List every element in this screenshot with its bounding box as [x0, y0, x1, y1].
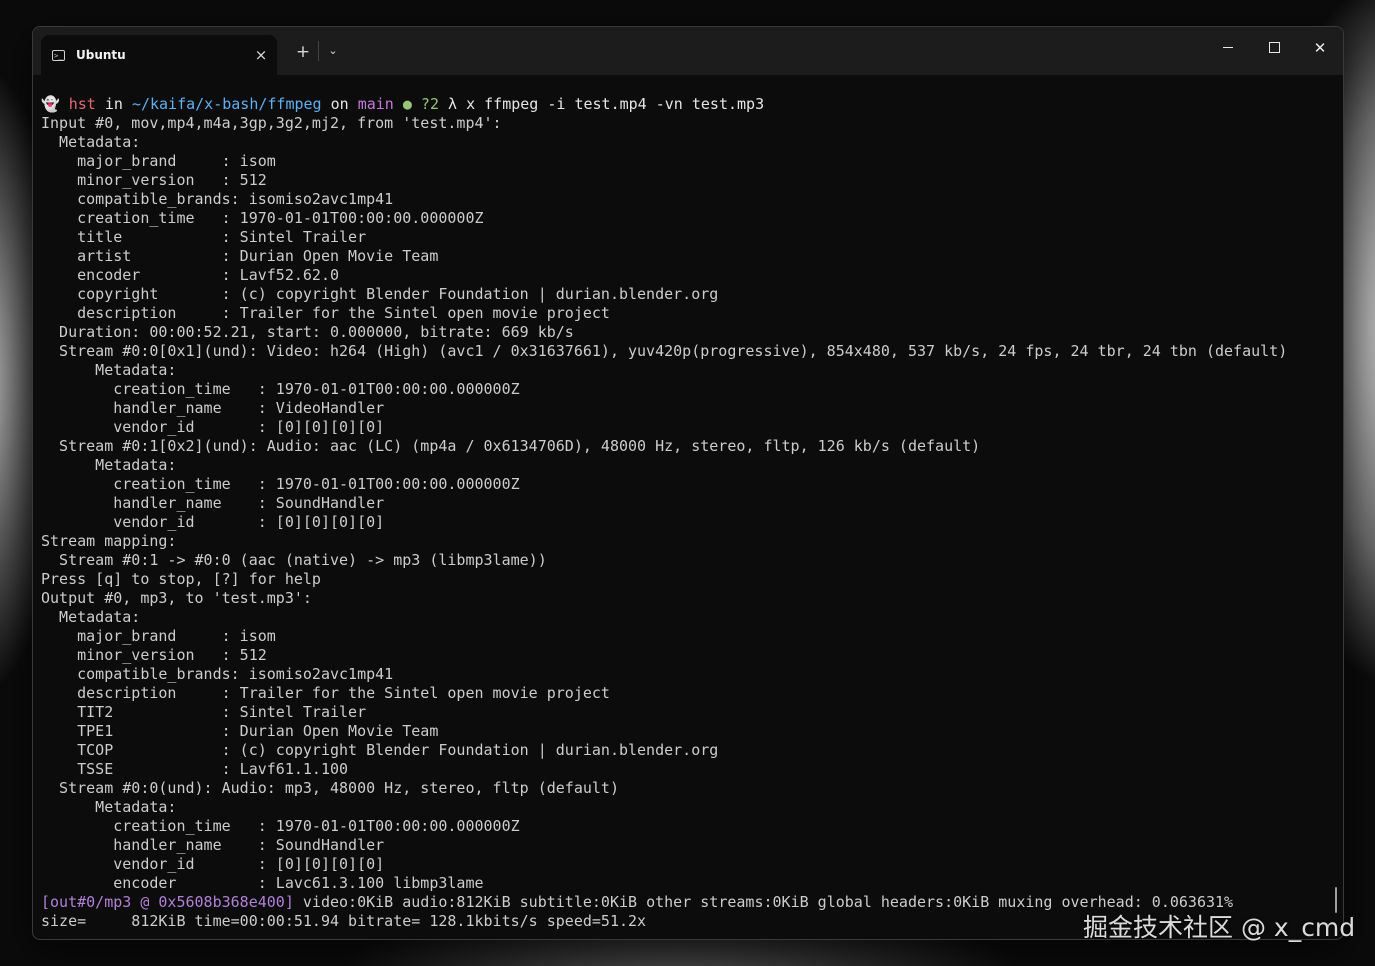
output-line: Metadata:: [41, 798, 177, 816]
prompt-in: in: [95, 95, 132, 113]
output-line: Metadata:: [41, 133, 141, 151]
output-line: creation_time : 1970-01-01T00:00:00.0000…: [41, 209, 484, 227]
output-line: TSSE : Lavf61.1.100: [41, 760, 349, 778]
prompt-symbol: λ x: [439, 95, 485, 113]
output-line: artist : Durian Open Movie Team: [41, 247, 439, 265]
output-line: TIT2 : Sintel Trailer: [41, 703, 367, 721]
close-button[interactable]: ✕: [1297, 35, 1343, 61]
chevron-down-icon[interactable]: ⌄: [322, 40, 344, 62]
output-line: Stream mapping:: [41, 532, 177, 550]
output-line: minor_version : 512: [41, 646, 267, 664]
output-line: Output #0, mp3, to 'test.mp3':: [41, 589, 312, 607]
watermark: 掘金技术社区 @ x_cmd: [1083, 913, 1356, 942]
tab-separator: [318, 41, 319, 61]
prompt-on: on: [321, 95, 358, 113]
output-line: Metadata:: [41, 361, 177, 379]
output-line: Metadata:: [41, 456, 177, 474]
output-line: description : Trailer for the Sintel ope…: [41, 684, 610, 702]
prompt-status: ● ?2: [393, 95, 439, 113]
output-line: creation_time : 1970-01-01T00:00:00.0000…: [41, 475, 520, 493]
prompt-branch: main: [357, 95, 394, 113]
output-line: description : Trailer for the Sintel ope…: [41, 304, 610, 322]
new-tab-button[interactable]: +: [291, 41, 315, 63]
output-line: vendor_id : [0][0][0][0]: [41, 418, 385, 436]
output-line: minor_version : 512: [41, 171, 267, 189]
minimize-button[interactable]: [1205, 35, 1251, 61]
maximize-icon: [1268, 42, 1280, 53]
output-line: major_brand : isom: [41, 627, 276, 645]
output-line: vendor_id : [0][0][0][0]: [41, 513, 385, 531]
output-line: vendor_id : [0][0][0][0]: [41, 855, 385, 873]
maximize-button[interactable]: [1251, 35, 1297, 61]
output-line: compatible_brands: isomiso2avc1mp41: [41, 190, 394, 208]
output-line: creation_time : 1970-01-01T00:00:00.0000…: [41, 817, 520, 835]
prompt-command: ffmpeg -i test.mp4 -vn test.mp3: [484, 95, 765, 113]
output-line: Stream #0:0(und): Audio: mp3, 48000 Hz, …: [41, 779, 619, 797]
output-lines: Input #0, mov,mp4,m4a,3gp,3g2,mj2, from …: [41, 114, 1343, 893]
output-line: Stream #0:0[0x1](und): Video: h264 (High…: [41, 342, 1288, 360]
output-line: TPE1 : Durian Open Movie Team: [41, 722, 439, 740]
tab-ubuntu[interactable]: >_ Ubuntu ×: [41, 35, 277, 75]
output-line: copyright : (c) copyright Blender Founda…: [41, 285, 719, 303]
output-line: handler_name : SoundHandler: [41, 836, 385, 854]
output-line: Input #0, mov,mp4,m4a,3gp,3g2,mj2, from …: [41, 114, 502, 132]
tab-title: Ubuntu: [76, 48, 126, 62]
terminal-window: >_ Ubuntu × + ⌄ ✕ 👻 hst in ~/kaifa/x-bas…: [32, 26, 1344, 940]
output-line: handler_name : VideoHandler: [41, 399, 385, 417]
tab-close-icon[interactable]: ×: [245, 46, 277, 64]
output-line: title : Sintel Trailer: [41, 228, 367, 246]
output-line: compatible_brands: isomiso2avc1mp41: [41, 665, 394, 683]
output-line: creation_time : 1970-01-01T00:00:00.0000…: [41, 380, 520, 398]
ghost-icon: 👻: [41, 95, 60, 113]
output-line: major_brand : isom: [41, 152, 276, 170]
prompt-user: hst: [68, 95, 96, 113]
output-line: Stream #0:1 -> #0:0 (aac (native) -> mp3…: [41, 551, 547, 569]
output-line: encoder : Lavc61.3.100 libmp3lame: [41, 874, 484, 892]
output-line: handler_name : SoundHandler: [41, 494, 385, 512]
terminal-output[interactable]: 👻 hst in ~/kaifa/x-bash/ffmpeg on main ●…: [41, 95, 1343, 939]
output-line: Stream #0:1[0x2](und): Audio: aac (LC) (…: [41, 437, 981, 455]
output-line: Metadata:: [41, 608, 141, 626]
prompt-line: 👻 hst in ~/kaifa/x-bash/ffmpeg on main ●…: [41, 95, 1343, 114]
prompt-path: ~/kaifa/x-bash/ffmpeg: [131, 95, 322, 113]
output-line: encoder : Lavf52.62.0: [41, 266, 340, 284]
terminal-icon: >_: [52, 49, 65, 61]
output-line: TCOP : (c) copyright Blender Foundation …: [41, 741, 719, 759]
title-bar: >_ Ubuntu × + ⌄ ✕: [33, 27, 1343, 75]
output-line: Press [q] to stop, [?] for help: [41, 570, 321, 588]
minimize-icon: [1223, 46, 1233, 49]
output-tag: [out#0/mp3 @ 0x5608b368e400]: [41, 893, 294, 911]
output-line: Duration: 00:00:52.21, start: 0.000000, …: [41, 323, 574, 341]
